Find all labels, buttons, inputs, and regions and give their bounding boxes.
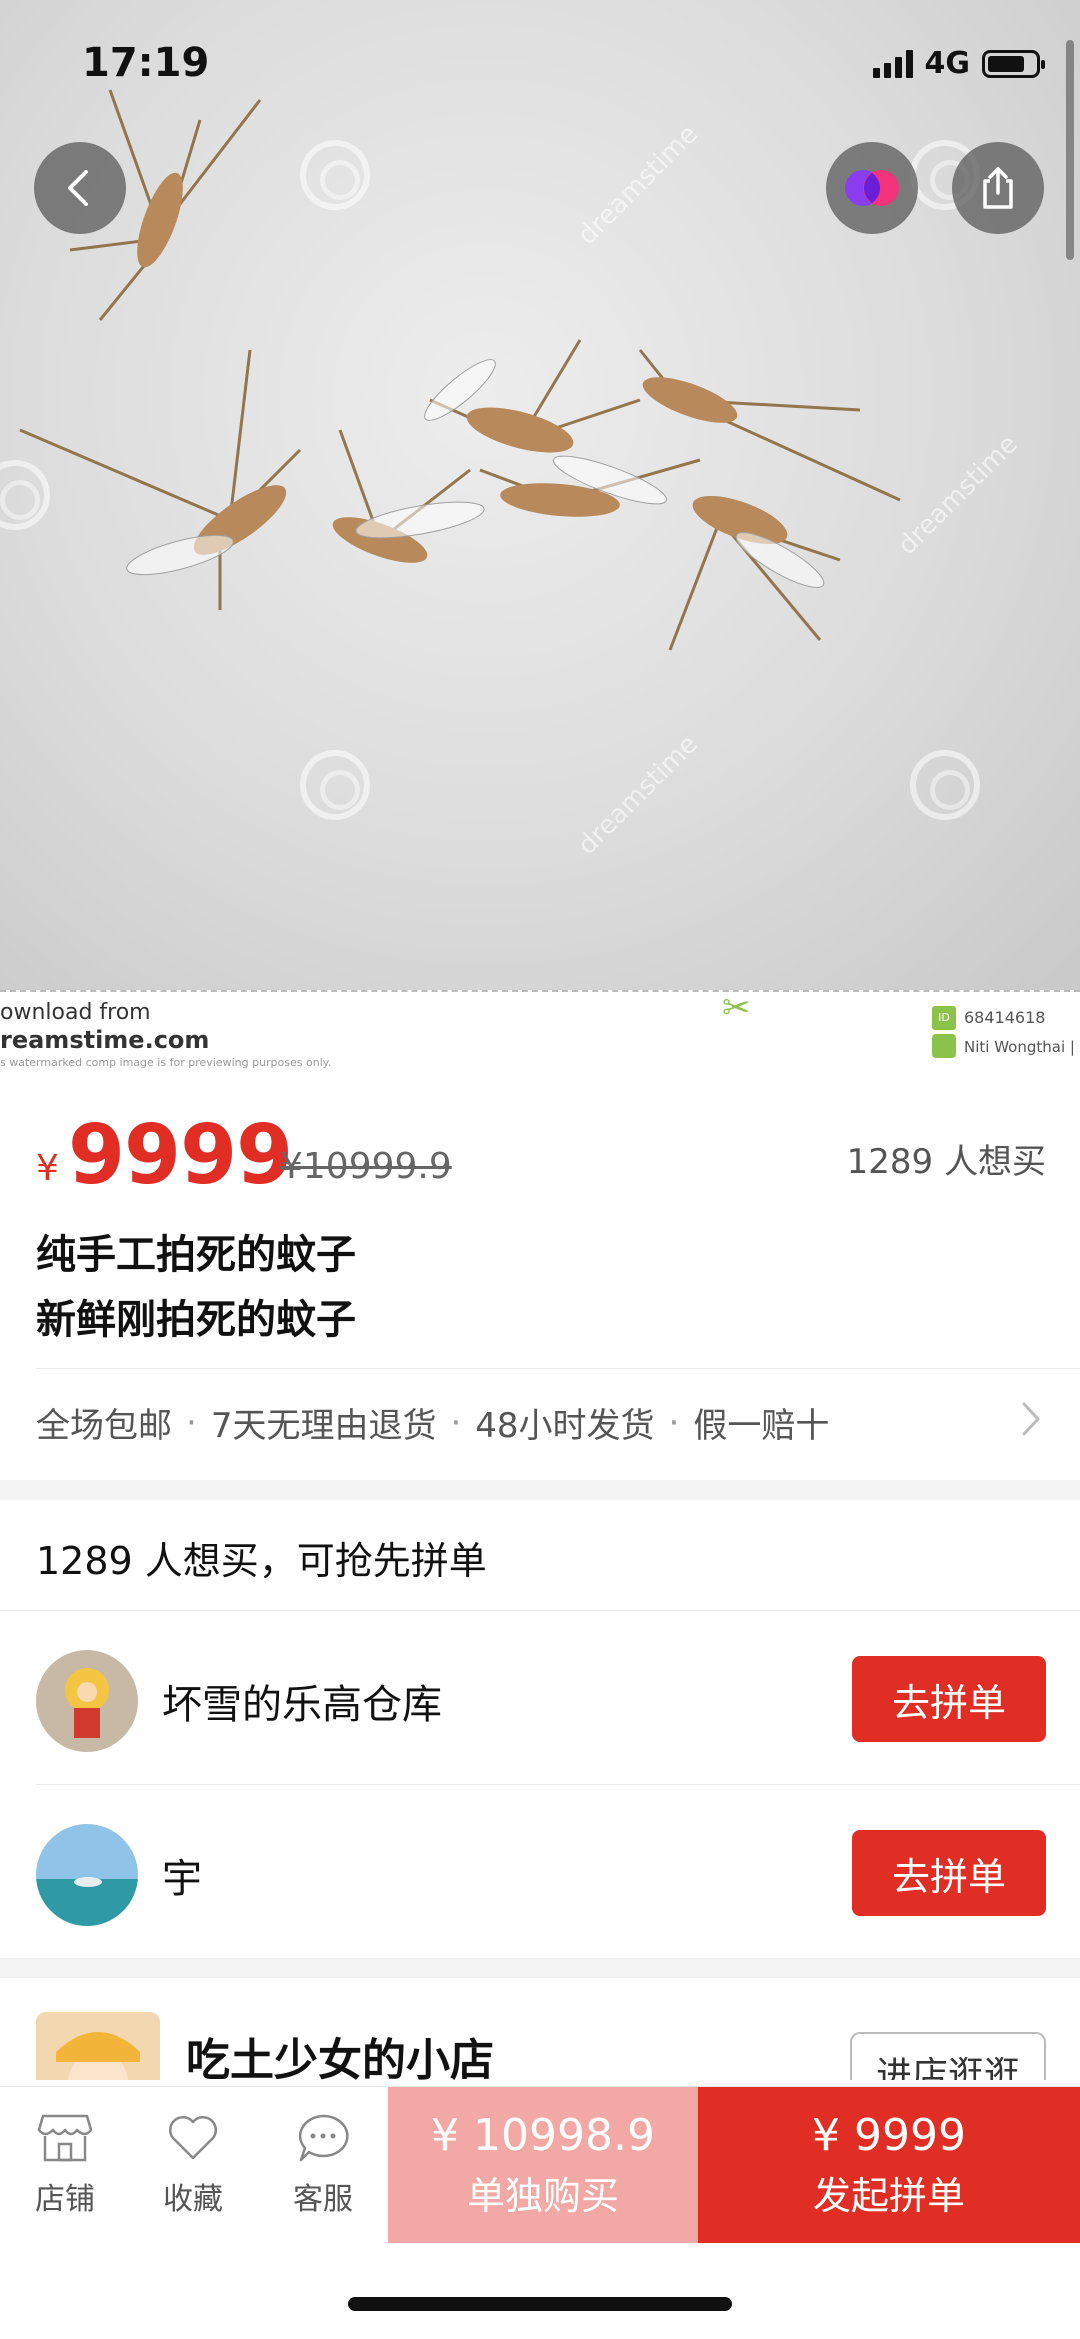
image-id: 68414618 [964, 1008, 1046, 1027]
id-badge: ID [932, 1006, 956, 1030]
separator-dot: · [450, 1402, 462, 1443]
image-credit-strip: ownload from reamstime.com s watermarked… [0, 988, 1080, 1072]
share-icon [983, 167, 1013, 209]
scrollbar[interactable] [1066, 40, 1074, 260]
group-user-name: 坏雪的乐高仓库 [162, 1682, 442, 1728]
chat-bubble-icon [298, 2114, 349, 2162]
photographer-icon [932, 1034, 956, 1058]
group-button-label: 发起拼单 [812, 2174, 965, 2218]
group-user-name: 宇 [162, 1856, 202, 1902]
separator-dot: · [668, 1402, 680, 1443]
scissors-icon: ✂ [722, 988, 751, 1028]
join-group-button[interactable]: 去拼单 [852, 1830, 1046, 1916]
mosquito-photo [19, 89, 901, 651]
guarantee-free-shipping: 全场包邮 [36, 1406, 172, 1446]
divider [0, 1610, 1080, 1611]
status-time: 17:19 [82, 40, 210, 86]
tab-service-label: 客服 [293, 2182, 353, 2217]
battery-icon [982, 49, 1045, 78]
section-gap [0, 1958, 1080, 1978]
network-type: 4G [924, 46, 971, 81]
product-title-line2: 新鲜刚拍死的蚊子 [36, 1297, 356, 1343]
section-gap [0, 1480, 1080, 1500]
product-image[interactable]: dreamstime dreamstime dreamstime [0, 0, 1080, 990]
share-button[interactable] [952, 142, 1044, 234]
photographer-name: Niti Wongthai | Dr [964, 1038, 1080, 1056]
guarantee-fake-compensation: 假一赔十 [693, 1406, 830, 1446]
avatar [36, 1650, 138, 1752]
price-row: ¥ 9999 ¥10999.9 1289 人想买 [36, 1108, 1046, 1203]
status-indicators: 4G [872, 46, 1045, 81]
service-guarantees[interactable]: 全场包邮 · 7天无理由退货 · 48小时发货 · 假一赔十 [36, 1398, 1046, 1447]
credit-line: ownload from [0, 1000, 151, 1025]
divider [36, 1784, 1080, 1785]
watermark-logo [300, 140, 370, 210]
want-count: 1289 人想买 [846, 1142, 1046, 1182]
credit-site: reamstime.com [0, 1026, 210, 1054]
buy-alone-button[interactable]: ¥ 10998.9 单独购买 [388, 2087, 698, 2243]
group-row: 宇 去拼单 [0, 1786, 1080, 1958]
join-group-button[interactable]: 去拼单 [852, 1656, 1046, 1742]
shop-name: 吃土少女的小店 [186, 2035, 494, 2080]
separator-dot: · [186, 1402, 197, 1443]
tab-shop-label: 店铺 [35, 2182, 95, 2217]
guarantee-7day-return: 7天无理由退货 [210, 1406, 437, 1446]
back-button[interactable] [34, 142, 126, 234]
bottom-action-bar: 店铺 收藏 客服 ¥ 10998.9 单独购买 ¥ 9999 发起拼单 [0, 2086, 1080, 2243]
original-price: ¥10999.9 [280, 1146, 452, 1187]
single-price: ¥ 10998.9 [431, 2110, 655, 2161]
single-label: 单独购买 [466, 2174, 619, 2218]
avatar [36, 1824, 138, 1926]
app-switch-button[interactable] [826, 142, 918, 234]
group-button-price: ¥ 9999 [812, 2110, 966, 2161]
overlap-circles-icon [845, 170, 899, 206]
group-buy-header: 1289 人想买，可抢先拼单 [36, 1539, 487, 1583]
store-icon [37, 2114, 93, 2162]
heart-icon [168, 2115, 218, 2160]
watermark-logo [300, 750, 370, 820]
chevron-left-icon [68, 170, 88, 206]
product-title-line1: 纯手工拍死的蚊子 [36, 1232, 356, 1278]
group-price: 9999 [68, 1108, 293, 1203]
shop-avatar [36, 2012, 160, 2080]
divider [36, 1368, 1080, 1369]
group-row: 坏雪的乐高仓库 去拼单 [0, 1612, 1080, 1784]
credit-disclaimer: s watermarked comp image is for previewi… [0, 1056, 332, 1069]
visit-shop-button[interactable]: 进店逛逛 [850, 2032, 1046, 2080]
home-indicator[interactable] [348, 2297, 732, 2311]
tab-shop[interactable]: 店铺 [0, 2087, 130, 2243]
tab-favorite-label: 收藏 [163, 2182, 223, 2217]
shop-row[interactable]: 吃土少女的小店 进店逛逛 [0, 1980, 1080, 2080]
tab-favorite[interactable]: 收藏 [128, 2087, 258, 2243]
chevron-right-icon [1022, 1402, 1040, 1436]
start-group-button[interactable]: ¥ 9999 发起拼单 [698, 2087, 1080, 2243]
guarantee-48h-ship: 48小时发货 [475, 1406, 655, 1446]
signal-icon [872, 49, 913, 78]
watermark-logo [910, 750, 980, 820]
tab-service[interactable]: 客服 [258, 2087, 388, 2243]
currency-symbol: ¥ [36, 1148, 59, 1189]
